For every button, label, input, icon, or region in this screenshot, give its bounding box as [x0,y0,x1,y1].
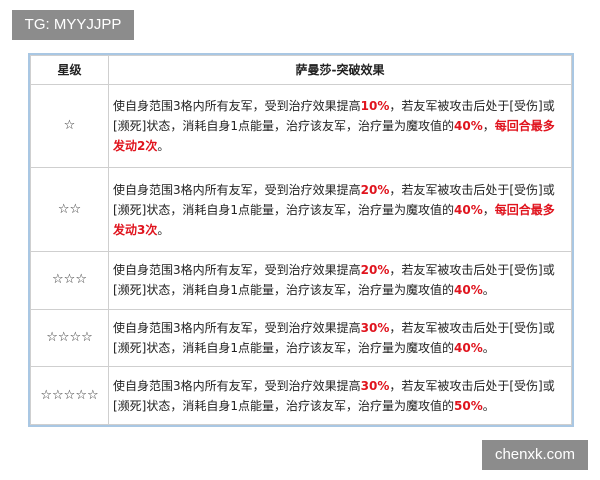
star-level-cell: ☆ [30,83,109,169]
effect-cell: 使自身范围3格内所有友军，受到治疗效果提高30%，若友军被攻击后处于[受伤]或[… [108,366,572,425]
highlighted-value: 30% [360,378,390,393]
star-level-cell: ☆☆☆ [30,250,109,310]
effect-text: 。 [157,139,170,154]
highlighted-value: 10% [360,99,390,114]
effect-text: 使自身范围3格内所有友军，受到治疗效果提高 [113,99,361,114]
effect-text: 使自身范围3格内所有友军，受到治疗效果提高 [113,320,361,335]
effect-text: ， [482,119,495,134]
effect-cell: 使自身范围3格内所有友军，受到治疗效果提高20%，若友军被攻击后处于[受伤]或[… [108,250,572,310]
effect-text: 。 [482,283,495,298]
highlighted-value: 20% [360,182,390,197]
watermark-top-left: TG: MYYJJPP [12,10,134,40]
highlighted-value: 40% [454,119,483,134]
breakthrough-effects-table: 星级 萨曼莎-突破效果 ☆ 使自身范围3格内所有友军，受到治疗效果提高10%，若友… [28,53,574,427]
effect-text: 使自身范围3格内所有友军，受到治疗效果提高 [113,263,361,278]
table-body: ☆ 使自身范围3格内所有友军，受到治疗效果提高10%，若友军被攻击后处于[受伤]或… [30,83,572,425]
table-row: ☆☆☆ 使自身范围3格内所有友军，受到治疗效果提高20%，若友军被攻击后处于[受伤… [30,250,572,310]
watermark-bottom-right: chenxk.com [482,440,588,470]
highlighted-value: 40% [454,202,483,217]
effect-text: 。 [157,222,170,237]
table-row: ☆☆☆☆ 使自身范围3格内所有友军，受到治疗效果提高30%，若友军被攻击后处于[受… [30,308,572,368]
effect-text: 使自身范围3格内所有友军，受到治疗效果提高 [113,182,361,197]
effect-cell: 使自身范围3格内所有友军，受到治疗效果提高30%，若友军被攻击后处于[受伤]或[… [108,308,572,368]
highlighted-value: 30% [360,320,390,335]
highlighted-value: 20% [360,263,390,278]
star-level-cell: ☆☆☆☆ [30,308,109,368]
effect-cell: 使自身范围3格内所有友军，受到治疗效果提高20%，若友军被攻击后处于[受伤]或[… [108,167,572,252]
effect-text: 。 [482,340,495,355]
star-level-cell: ☆☆ [30,167,109,252]
table-row: ☆ 使自身范围3格内所有友军，受到治疗效果提高10%，若友军被攻击后处于[受伤]或… [30,83,572,169]
effect-text: 使自身范围3格内所有友军，受到治疗效果提高 [113,378,361,393]
effect-text: ， [482,202,495,217]
highlighted-value: 40% [454,340,483,355]
header-effect: 萨曼莎-突破效果 [108,55,572,85]
table-header-row: 星级 萨曼莎-突破效果 [30,55,572,85]
table-row: ☆☆ 使自身范围3格内所有友军，受到治疗效果提高20%，若友军被攻击后处于[受伤]… [30,167,572,252]
effect-text: 。 [482,398,495,413]
highlighted-value: 40% [454,283,483,298]
effect-cell: 使自身范围3格内所有友军，受到治疗效果提高10%，若友军被攻击后处于[受伤]或[… [108,83,572,169]
table-row: ☆☆☆☆☆ 使自身范围3格内所有友军，受到治疗效果提高30%，若友军被攻击后处于[… [30,366,572,425]
star-level-cell: ☆☆☆☆☆ [30,366,109,425]
header-star-level: 星级 [30,55,109,85]
highlighted-value: 50% [454,398,483,413]
